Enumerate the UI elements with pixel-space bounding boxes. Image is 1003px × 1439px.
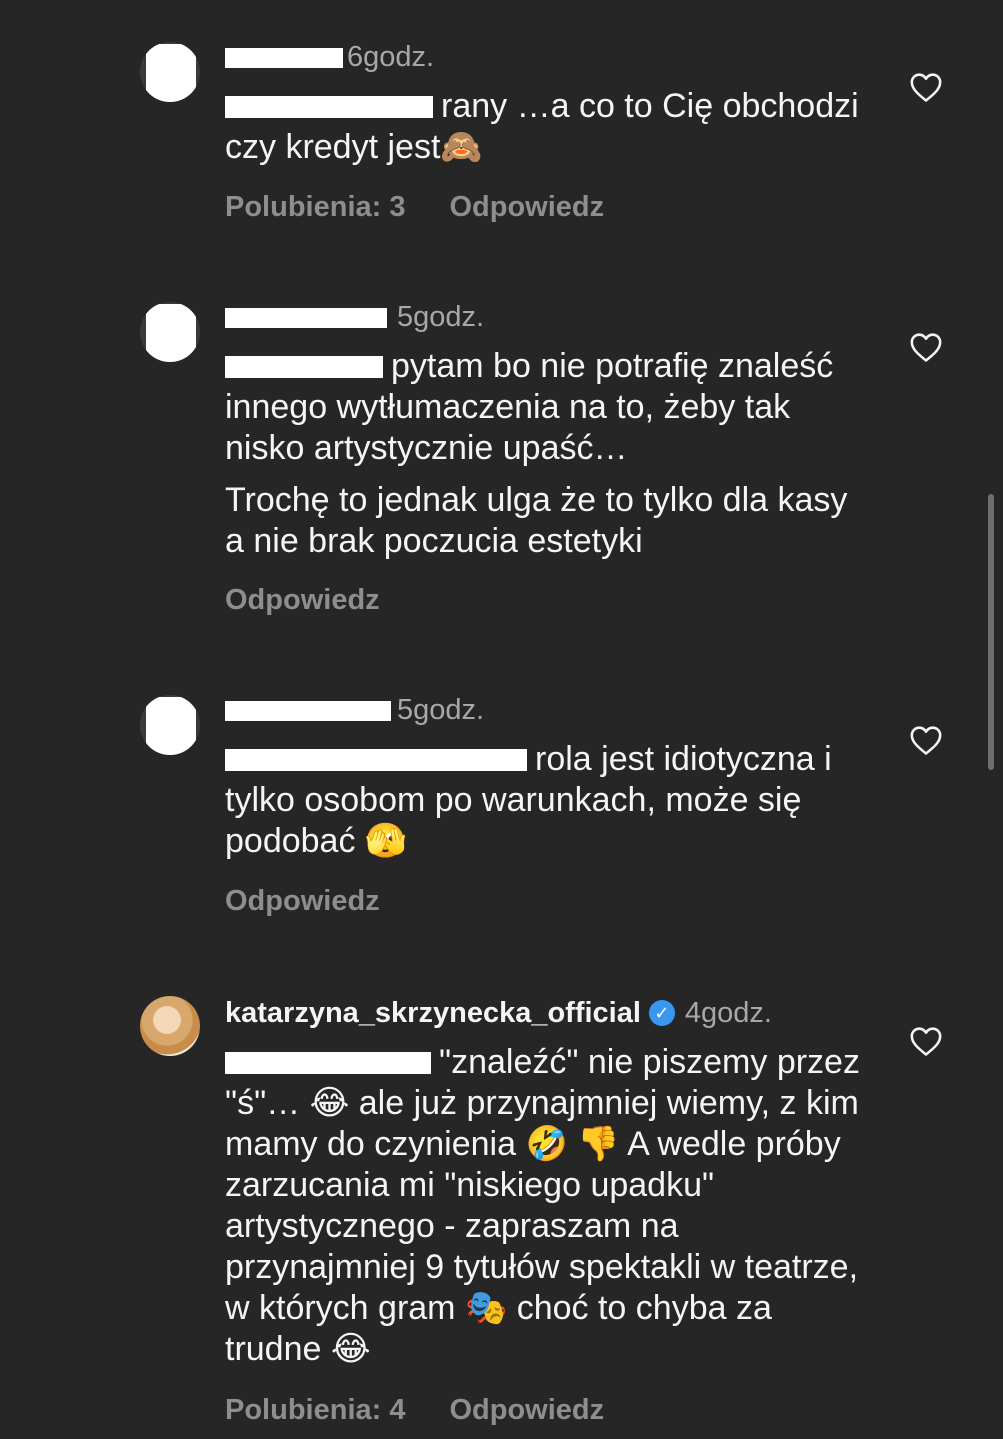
avatar[interactable] (140, 302, 200, 362)
comment-body: "znaleźć" nie piszemy przez "ś"… 😂 ale j… (225, 1043, 860, 1368)
comment-actions: Polubienia: 4 Odpowiedz (225, 1393, 648, 1427)
comment-body-paragraph: Trochę to jednak ulga że to tylko dla ka… (225, 481, 848, 560)
comment-time: 4godz. (684, 997, 772, 1029)
comment-text: rany …a co to Cię obchodzi czy kredyt je… (225, 86, 865, 168)
redacted-username[interactable] (225, 48, 343, 68)
heart-outline-icon[interactable] (909, 724, 943, 756)
avatar[interactable] (140, 695, 200, 755)
scrollbar[interactable] (988, 494, 994, 770)
heart-outline-icon[interactable] (909, 1025, 943, 1057)
redacted-avatar (146, 304, 196, 362)
comment-actions: Odpowiedz (225, 884, 424, 918)
reply-button[interactable]: Odpowiedz (225, 884, 380, 918)
heart-outline-icon[interactable] (909, 331, 943, 363)
comment-actions: Polubienia: 3 Odpowiedz (225, 190, 648, 224)
comment-text: "znaleźć" nie piszemy przez "ś"… 😂 ale j… (225, 1042, 865, 1370)
reply-button[interactable]: Odpowiedz (449, 190, 604, 224)
comment-actions: Odpowiedz (225, 583, 424, 617)
reply-button[interactable]: Odpowiedz (225, 583, 380, 617)
redacted-mention[interactable] (225, 749, 527, 771)
likes-count[interactable]: Polubienia: 4 (225, 1393, 405, 1427)
comment-header: 5godz. (225, 693, 484, 727)
redacted-username[interactable] (225, 308, 387, 328)
redacted-mention[interactable] (225, 356, 383, 378)
redacted-mention[interactable] (225, 96, 433, 118)
likes-count[interactable]: Polubienia: 3 (225, 190, 405, 224)
redacted-username[interactable] (225, 701, 391, 721)
avatar[interactable] (140, 996, 200, 1056)
verified-badge-icon: ✓ (648, 1000, 675, 1026)
avatar[interactable] (140, 42, 200, 102)
comment-header: 6godz. (225, 40, 434, 74)
redacted-avatar (146, 697, 196, 755)
redacted-avatar (146, 44, 196, 102)
comment-header: katarzyna_skrzynecka_official ✓ 4godz. (225, 996, 772, 1030)
comment-time: 6godz. (347, 41, 435, 73)
comment-text: pytam bo nie potrafię znaleść innego wyt… (225, 346, 865, 562)
comment-header: 5godz. (225, 300, 484, 334)
comment-time: 5godz. (397, 694, 485, 726)
heart-outline-icon[interactable] (909, 71, 943, 103)
redacted-mention[interactable] (225, 1052, 431, 1074)
comment-username[interactable]: katarzyna_skrzynecka_official (225, 996, 641, 1030)
comment-text: rola jest idiotyczna i tylko osobom po w… (225, 739, 865, 862)
reply-button[interactable]: Odpowiedz (449, 1393, 604, 1427)
comment-time: 5godz. (397, 301, 485, 333)
